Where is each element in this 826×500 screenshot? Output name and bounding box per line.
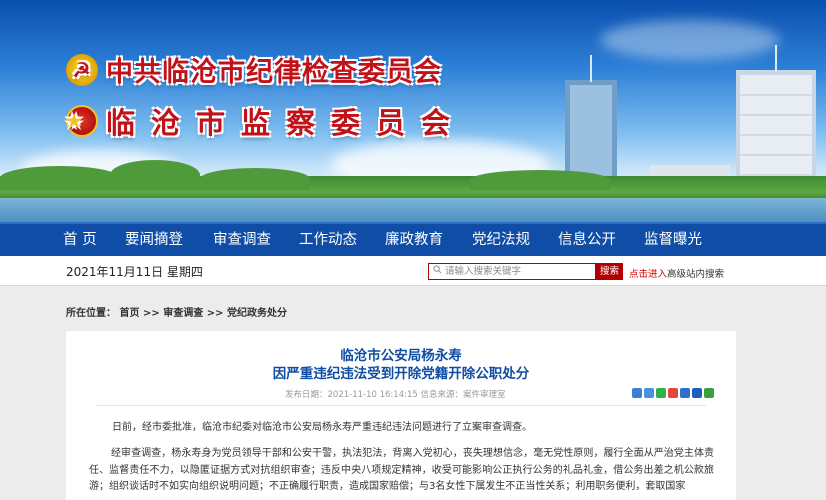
breadcrumb-home[interactable]: 首页 (119, 308, 139, 319)
current-date: 2021年11月11日 星期四 (66, 265, 203, 279)
adv-click-text: 点击进入 (629, 269, 668, 280)
site-title-commission: ☭ 中共临沧市纪律检查委员会 (66, 50, 442, 89)
article-title-line2: 因严重违纪违法受到开除党籍开除公职处分 (272, 366, 530, 382)
search-button[interactable]: 搜索 (596, 263, 623, 280)
divider (96, 405, 706, 406)
breadcrumb-sep: >> (142, 308, 160, 319)
nav-integrity-education[interactable]: 廉政教育 (385, 224, 472, 256)
advanced-search-link[interactable]: 点击进入高级站内搜索 (629, 266, 724, 280)
breadcrumb-discipline[interactable]: 党纪政务处分 (227, 308, 287, 319)
search-placeholder: 请输入搜索关键字 (445, 266, 522, 277)
share-douban-icon[interactable] (692, 388, 702, 398)
breadcrumb-sep: >> (206, 308, 224, 319)
nav-home[interactable]: 首 页 (63, 224, 125, 256)
article-meta: 发布日期：2021-11-10 16:14:15 信息来源：案件审理室 (285, 390, 506, 400)
party-emblem-icon: ☭ (66, 53, 98, 86)
breadcrumb: 所在位置： 首页 >> 审查调查 >> 党纪政务处分 (66, 304, 287, 319)
breadcrumb-prefix: 所在位置： (66, 308, 116, 319)
breadcrumb-review[interactable]: 审查调查 (163, 308, 203, 319)
nav-review-investigation[interactable]: 审查调查 (213, 224, 299, 256)
share-icons (632, 388, 716, 398)
title-line2-text: 临沧市监察委员会 (106, 106, 467, 140)
search-input[interactable]: 请输入搜索关键字 (428, 263, 596, 280)
nav-party-regulations[interactable]: 党纪法规 (472, 224, 558, 256)
site-banner: ☭ 中共临沧市纪律检查委员会 ★ 临沧市监察委员会 (0, 0, 826, 222)
article-panel: 临沧市公安局杨永寿 因严重违纪违法受到开除党籍开除公职处分 发布日期：2021-… (66, 331, 736, 500)
share-weibo-icon[interactable] (644, 388, 654, 398)
site-title-supervision: ★ 临沧市监察委员会 (66, 100, 466, 142)
share-renren-icon[interactable] (680, 388, 690, 398)
search-icon (433, 265, 442, 274)
nav-news-digest[interactable]: 要闻摘登 (125, 224, 213, 256)
adv-label-text: 高级站内搜索 (667, 269, 725, 280)
article-title-line1: 临沧市公安局杨永寿 (340, 348, 462, 364)
nav-info-disclosure[interactable]: 信息公开 (558, 224, 644, 256)
nav-work-updates[interactable]: 工作动态 (299, 224, 385, 256)
nav-supervision-exposure[interactable]: 监督曝光 (644, 224, 730, 256)
share-qzone-icon[interactable] (632, 388, 642, 398)
title-line1-text: 中共临沧市纪律检查委员会 (106, 57, 442, 88)
share-more-icon[interactable] (704, 388, 714, 398)
article-paragraph-2: 经审查调查，杨永寿身为党员领导干部和公安干警，执法犯法，背离入党初心，丧失理想信… (89, 448, 714, 492)
share-tencent-icon[interactable] (668, 388, 678, 398)
article-paragraph-1: 日前，经市委批准，临沧市纪委对临沧市公安局杨永寿严重违纪违法问题进行了立案审查调… (112, 422, 532, 433)
national-emblem-icon: ★ (66, 105, 98, 137)
main-nav: 首 页 要闻摘登 审查调查 工作动态 廉政教育 党纪法规 信息公开 监督曝光 (0, 222, 826, 256)
share-wechat-icon[interactable] (656, 388, 666, 398)
info-bar: 2021年11月11日 星期四 请输入搜索关键字 搜索 点击进入高级站内搜索 (0, 256, 826, 286)
